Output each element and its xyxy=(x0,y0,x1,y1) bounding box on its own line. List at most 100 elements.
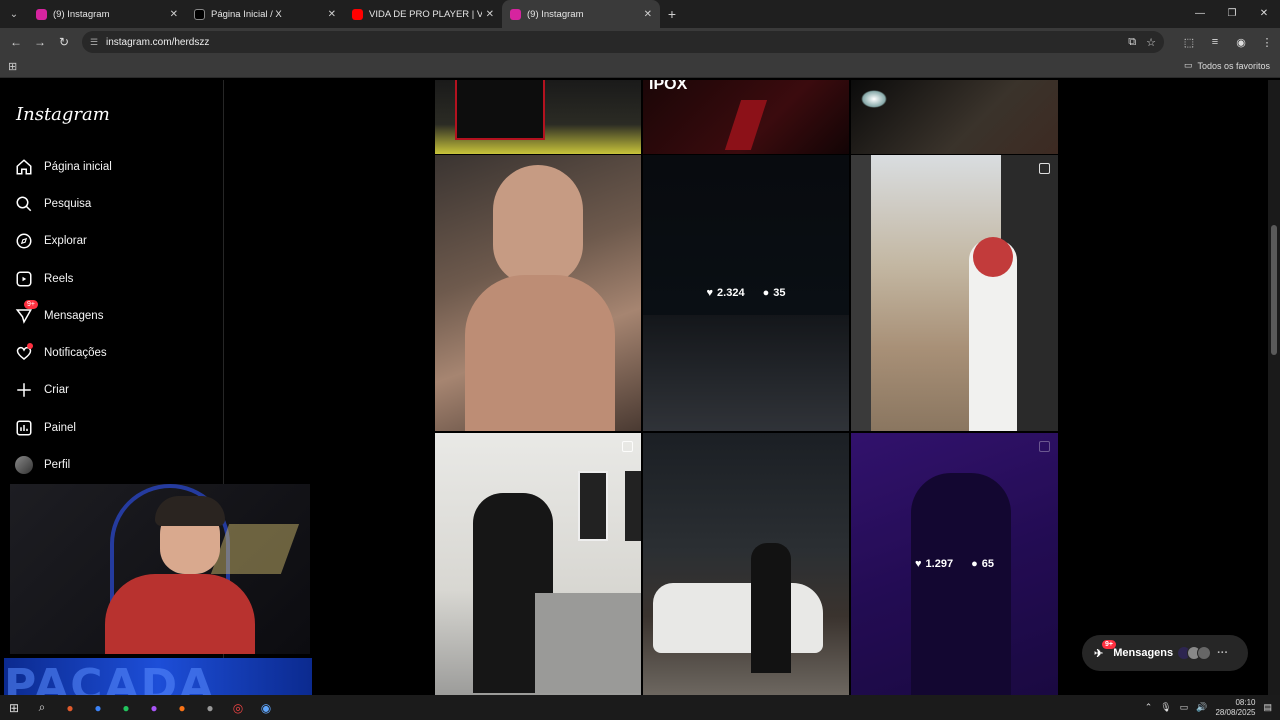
bookmarks-folder-label: Todos os favoritos xyxy=(1197,60,1270,71)
nav-item-explore[interactable]: Explorar xyxy=(14,226,87,256)
nav-item-search[interactable]: Pesquisa xyxy=(14,189,91,219)
nav-label: Criar xyxy=(44,384,69,396)
notifications-icon[interactable]: ▤ xyxy=(1263,702,1272,713)
apps-grid-icon[interactable]: ⊞ xyxy=(8,60,17,73)
search-icon xyxy=(14,194,34,214)
nav-label: Mensagens xyxy=(44,310,104,322)
folder-icon: ▭ xyxy=(1183,60,1193,70)
network-icon[interactable]: ▭ xyxy=(1180,702,1189,713)
browser-tab-1[interactable]: Página Inicial / X ✕ xyxy=(186,0,344,28)
post-thumbnail[interactable] xyxy=(643,433,849,695)
comment-icon: ● xyxy=(971,558,978,570)
post-thumbnail[interactable]: ♥ 1.297 ● 65 xyxy=(851,433,1058,695)
clock-time: 08:10 xyxy=(1235,697,1256,707)
post-thumbnail[interactable]: IPOX xyxy=(643,80,849,154)
forward-icon[interactable]: → xyxy=(28,35,52,49)
browser-tab-3[interactable]: (9) Instagram ✕ xyxy=(502,0,660,28)
browser-tab-2[interactable]: VIDA DE PRO PLAYER | VLOG - ✕ xyxy=(344,0,502,28)
menu-icon[interactable]: ⋮ xyxy=(1254,36,1280,49)
like-icon: ♥ xyxy=(706,287,714,299)
app-icon[interactable]: ● xyxy=(56,697,84,719)
reels-icon xyxy=(14,269,34,289)
comment-count: 65 xyxy=(981,558,994,570)
browser-toolbar: ← → ↻ ☰ instagram.com/herdszz ⧉ ☆ ⬚ ≡ ◉ … xyxy=(0,28,1280,56)
post-thumbnail[interactable] xyxy=(435,433,641,695)
comment-count: 35 xyxy=(773,287,786,299)
messages-floating-button[interactable]: ✈ 9+ Mensagens ··· xyxy=(1082,635,1248,671)
comment-icon: ● xyxy=(762,287,770,299)
nav-item-profile[interactable]: Perfil xyxy=(14,450,70,480)
nav-item-dashboard[interactable]: Painel xyxy=(14,413,76,443)
dashboard-icon xyxy=(14,418,34,438)
reload-icon[interactable]: ↻ xyxy=(52,35,76,49)
like-count: 2.324 xyxy=(717,287,745,299)
windows-taskbar: ⊞ ⌕ ● ● ● ● ● ● ◎ ◉ ⌃ 🎙 ▭ 🔊 08:10 28/08/… xyxy=(0,695,1280,720)
page-viewport: Instagram Página inicial Pesquisa Explor… xyxy=(0,80,1280,695)
system-clock[interactable]: 08:10 28/08/2025 xyxy=(1215,698,1255,718)
url-text: instagram.com/herdszz xyxy=(106,36,210,48)
instagram-favicon-icon xyxy=(510,8,521,20)
nav-label: Página inicial xyxy=(44,161,112,173)
app-icon[interactable]: ● xyxy=(112,697,140,719)
stream-banner: PACADA xyxy=(4,658,312,695)
site-info-icon[interactable]: ☰ xyxy=(90,37,100,47)
close-window-icon[interactable]: ✕ xyxy=(1248,0,1280,28)
close-tab-icon[interactable]: ✕ xyxy=(644,9,652,20)
nav-label: Explorar xyxy=(44,235,87,247)
extensions-area: ⬚ ≡ ◉ ⋮ xyxy=(1176,28,1280,56)
post-thumbnail[interactable] xyxy=(851,80,1058,154)
carousel-icon xyxy=(1039,163,1050,174)
browser-tab-0[interactable]: (9) Instagram ✕ xyxy=(28,0,186,28)
profile-post-grid: IPOX ♥ 2.324 ● 35 ♥ 1.297 ● 65 xyxy=(435,80,1058,695)
all-bookmarks-folder[interactable]: ▭ Todos os favoritos xyxy=(1184,60,1270,71)
scrollbar-thumb[interactable] xyxy=(1271,225,1277,355)
message-avatars xyxy=(1177,646,1212,660)
back-icon[interactable]: ← xyxy=(4,35,28,49)
address-bar[interactable]: ☰ instagram.com/herdszz ⧉ ☆ xyxy=(82,31,1164,53)
app-icon[interactable]: ● xyxy=(140,697,168,719)
instagram-logo[interactable]: Instagram xyxy=(16,104,110,125)
profile-icon[interactable]: ◉ xyxy=(1228,36,1254,49)
steam-icon[interactable]: ◉ xyxy=(252,697,280,719)
messages-pill-label: Mensagens xyxy=(1113,647,1174,659)
plus-icon xyxy=(14,380,34,400)
app-icon[interactable]: ● xyxy=(84,697,112,719)
post-thumbnail[interactable] xyxy=(435,155,641,431)
extensions-icon[interactable]: ⬚ xyxy=(1176,36,1202,49)
post-thumbnail[interactable]: ♥ 2.324 ● 35 xyxy=(643,155,849,431)
bookmarks-bar: ⊞ ▭ Todos os favoritos xyxy=(0,56,1280,78)
nav-item-home[interactable]: Página inicial xyxy=(14,152,112,182)
post-thumbnail[interactable] xyxy=(851,155,1058,431)
new-tab-button[interactable]: + xyxy=(660,6,684,22)
microphone-icon[interactable]: 🎙 xyxy=(1160,702,1171,713)
nav-label: Perfil xyxy=(44,459,71,471)
start-icon[interactable]: ⊞ xyxy=(0,697,28,719)
x-favicon-icon xyxy=(194,8,205,20)
install-app-icon[interactable]: ⧉ xyxy=(1128,36,1136,49)
nav-item-messages[interactable]: 9+ Mensagens xyxy=(14,300,104,331)
close-tab-icon[interactable]: ✕ xyxy=(486,9,494,20)
tab-search-button[interactable]: ⌄ xyxy=(0,0,28,28)
nav-item-reels[interactable]: Reels xyxy=(14,264,73,294)
app-icon[interactable]: ● xyxy=(196,697,224,719)
messages-badge: 9+ xyxy=(24,300,38,309)
app-icon[interactable]: ● xyxy=(168,697,196,719)
page-scrollbar[interactable] xyxy=(1268,80,1280,695)
close-tab-icon[interactable]: ✕ xyxy=(170,9,178,20)
nav-label: Notificações xyxy=(44,347,107,359)
bookmark-star-icon[interactable]: ☆ xyxy=(1146,36,1156,49)
restore-icon[interactable]: ❐ xyxy=(1216,0,1248,28)
volume-icon[interactable]: 🔊 xyxy=(1196,702,1207,713)
close-tab-icon[interactable]: ✕ xyxy=(328,9,336,20)
nav-item-create[interactable]: Criar xyxy=(14,375,69,405)
post-thumbnail[interactable] xyxy=(435,80,641,154)
search-icon[interactable]: ⌕ xyxy=(28,697,56,719)
nav-item-notifications[interactable]: Notificações xyxy=(14,338,107,368)
media-icon[interactable]: ≡ xyxy=(1202,36,1228,48)
window-controls: — ❐ ✕ xyxy=(1184,0,1280,28)
minimize-icon[interactable]: — xyxy=(1184,0,1216,28)
app-icon[interactable]: ◎ xyxy=(224,697,252,719)
tab-title: (9) Instagram xyxy=(527,8,584,20)
chevron-up-icon[interactable]: ⌃ xyxy=(1145,702,1153,713)
instagram-favicon-icon xyxy=(36,8,47,20)
